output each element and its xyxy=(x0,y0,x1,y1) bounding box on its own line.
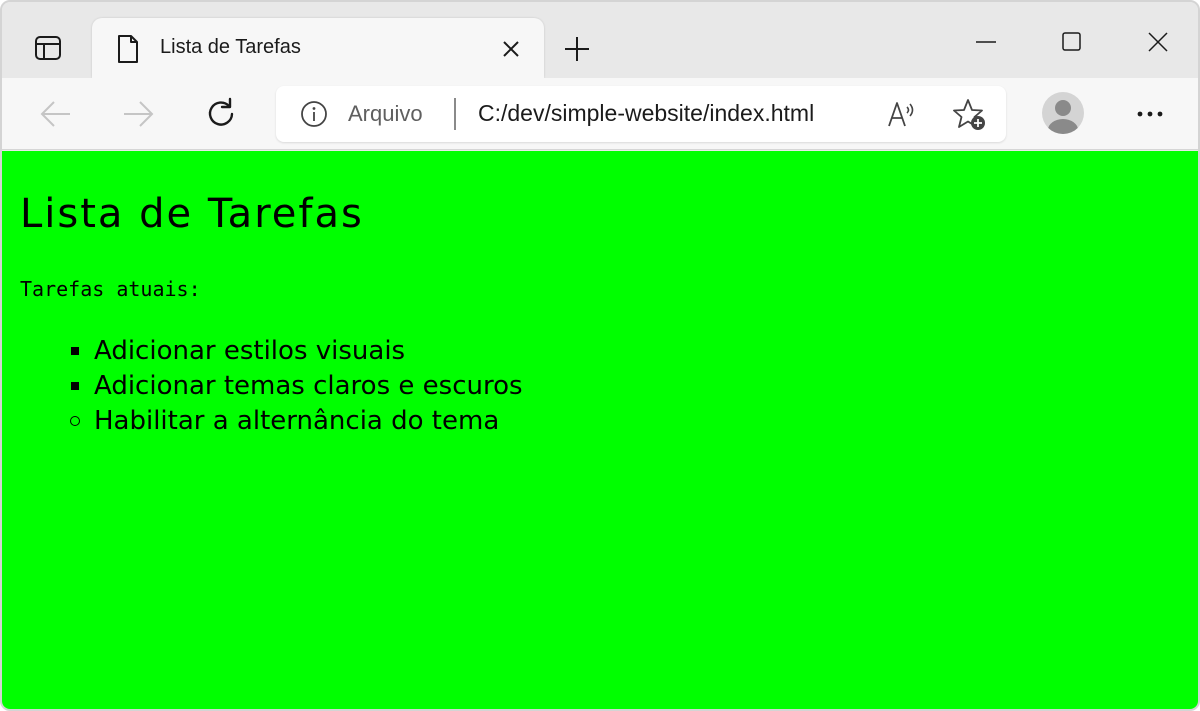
tasks-subtitle: Tarefas atuais: xyxy=(20,277,201,301)
tab-title: Lista de Tarefas xyxy=(160,36,301,58)
browser-toolbar: Arquivo C:/dev/simple-website/index.html xyxy=(2,78,1198,150)
new-tab-plus-icon[interactable] xyxy=(558,30,596,68)
avatar-icon[interactable] xyxy=(1042,92,1084,134)
task-label: Adicionar temas claros e escuros xyxy=(94,370,523,401)
address-bar[interactable]: Arquivo C:/dev/simple-website/index.html xyxy=(276,86,1006,142)
task-item: Adicionar temas claros e escuros xyxy=(66,368,523,403)
task-item: Adicionar estilos visuais xyxy=(66,333,523,368)
address-separator xyxy=(454,98,456,130)
circle-bullet-icon xyxy=(66,415,94,426)
task-label: Adicionar estilos visuais xyxy=(94,335,406,366)
arrow-left-icon[interactable] xyxy=(36,94,76,134)
address-url[interactable]: C:/dev/simple-website/index.html xyxy=(478,100,814,127)
browser-window: Lista de Tarefas Arquivo C:/dev/simple-w… xyxy=(0,0,1200,711)
tab-active[interactable]: Lista de Tarefas xyxy=(92,18,544,78)
square-bullet-icon xyxy=(66,381,94,390)
page-heading: Lista de Tarefas xyxy=(20,191,364,237)
tab-strip: Lista de Tarefas xyxy=(2,2,1198,78)
reload-icon[interactable] xyxy=(202,94,242,134)
tab-actions-icon[interactable] xyxy=(28,32,68,64)
maximize-icon[interactable] xyxy=(1050,24,1094,60)
square-bullet-icon xyxy=(66,346,94,355)
read-aloud-icon[interactable] xyxy=(886,98,918,130)
document-icon xyxy=(116,34,140,64)
minimize-icon[interactable] xyxy=(964,24,1008,60)
task-item: Habilitar a alternância do tema xyxy=(66,403,523,438)
task-list: Adicionar estilos visuais Adicionar tema… xyxy=(66,333,523,438)
info-icon[interactable] xyxy=(300,100,328,128)
task-label: Habilitar a alternância do tema xyxy=(94,405,500,436)
web-page-content: Lista de Tarefas Tarefas atuais: Adicion… xyxy=(2,151,1198,709)
address-scheme-label: Arquivo xyxy=(348,101,423,126)
close-window-icon[interactable] xyxy=(1136,24,1180,60)
star-add-icon[interactable] xyxy=(952,98,988,132)
more-icon[interactable] xyxy=(1130,94,1170,134)
arrow-right-icon[interactable] xyxy=(118,94,158,134)
close-tab-icon[interactable] xyxy=(498,36,524,62)
